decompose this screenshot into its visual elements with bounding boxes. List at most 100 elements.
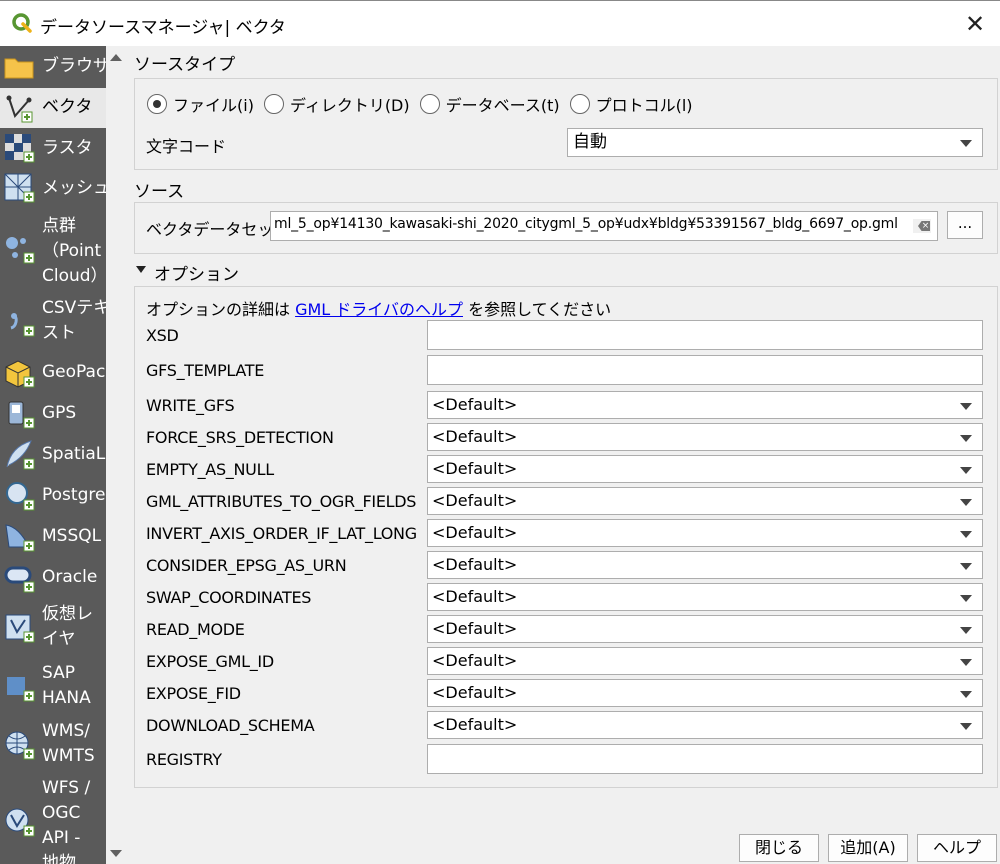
sidebar-item-label: ラスタ — [42, 138, 93, 158]
sidebar-item-raster[interactable]: ラスタ — [0, 128, 106, 168]
sidebar-item-label: 仮想レ イヤ — [42, 604, 93, 649]
collapse-triangle-icon[interactable] — [136, 266, 146, 273]
chevron-down-icon — [960, 563, 972, 570]
sidebar-item-geopackage[interactable]: GeoPack — [0, 352, 106, 394]
sidebar-item-mesh[interactable]: メッシュ — [0, 168, 106, 208]
sidebar-item-browser[interactable]: ブラウザ — [0, 46, 106, 88]
close-button[interactable]: 閉じる — [739, 834, 819, 862]
sidebar-item-point-cloud[interactable]: 点群 （Point Cloud） — [0, 211, 106, 291]
option-xsd-input[interactable] — [427, 320, 983, 350]
close-window-icon[interactable]: ✕ — [962, 11, 988, 37]
mesh-icon — [4, 173, 35, 203]
option-read-mode-select[interactable]: <Default> — [427, 615, 983, 643]
radio-unselected-icon[interactable] — [419, 94, 440, 114]
select-value: <Default> — [432, 555, 518, 574]
option-download-schema-select[interactable]: <Default> — [427, 711, 983, 739]
option-expose-gml-id-select[interactable]: <Default> — [427, 647, 983, 675]
options-hint: オプションの詳細は GML ドライバのヘルプ を参照してください — [146, 296, 611, 320]
chevron-down-icon — [960, 659, 972, 666]
option-label-empty-as-null: EMPTY_AS_NULL — [146, 460, 274, 479]
main-scrollbar[interactable] — [106, 46, 126, 864]
radio-label: ディレクトリ(D) — [289, 96, 410, 115]
sidebar-item-oracle[interactable]: Oracle — [0, 558, 106, 598]
radio-unselected-icon[interactable] — [263, 94, 284, 114]
option-registry-input[interactable] — [427, 744, 983, 774]
sidebar-item-label: MSSQL — [42, 526, 102, 546]
chevron-down-icon — [960, 691, 972, 698]
option-label-force-srs-detection: FORCE_SRS_DETECTION — [146, 428, 334, 447]
option-gfs-template-input[interactable] — [427, 355, 983, 385]
select-value: <Default> — [432, 395, 518, 414]
encoding-value: 自動 — [573, 132, 607, 152]
sidebar-item-label: メッシュ — [42, 178, 106, 198]
option-expose-fid-select[interactable]: <Default> — [427, 679, 983, 707]
browse-button[interactable]: ... — [947, 211, 983, 239]
scroll-up-arrow-icon[interactable] — [110, 54, 122, 61]
radio-selected-icon[interactable] — [147, 94, 167, 114]
wfs-icon — [5, 808, 35, 837]
sidebar-item-wms[interactable]: WMS/ WMTS — [0, 717, 106, 773]
clear-icon[interactable]: × — [913, 219, 931, 233]
sidebar-item-csv[interactable]: CSVテキ スト — [0, 294, 106, 350]
spatialite-icon — [6, 440, 35, 470]
option-label-swap-coordinates: SWAP_COORDINATES — [146, 588, 312, 607]
chevron-down-icon — [960, 435, 972, 442]
scroll-down-arrow-icon[interactable] — [110, 850, 122, 857]
sidebar-item-label: Postgre — [42, 485, 106, 505]
sidebar-item-label: SpatiaLi — [42, 444, 106, 464]
sidebar-item-label: GPS — [42, 403, 77, 423]
radio-unselected-icon[interactable] — [569, 94, 590, 114]
sidebar-item-label: SAP HANA — [42, 663, 91, 708]
option-label-download-schema: DOWNLOAD_SCHEMA — [146, 716, 315, 735]
source-type-radio-group: ファイル(i) ディレクトリ(D) データベース(t) プロトコル(l) — [147, 92, 703, 116]
virtual-layer-icon — [5, 614, 35, 643]
chevron-down-icon — [960, 595, 972, 602]
option-write-gfs-select[interactable]: <Default> — [427, 391, 983, 419]
options-heading[interactable]: オプション — [154, 260, 239, 285]
option-swap-coordinates-select[interactable]: <Default> — [427, 583, 983, 611]
option-label-xsd: XSD — [146, 326, 179, 345]
option-label-consider-epsg: CONSIDER_EPSG_AS_URN — [146, 556, 347, 575]
chevron-down-icon — [960, 499, 972, 506]
geopackage-icon — [5, 360, 35, 388]
option-invert-axis-order-select[interactable]: <Default> — [427, 519, 983, 547]
sidebar-item-vector[interactable]: ベクタ — [0, 88, 106, 128]
option-label-gfs-template: GFS_TEMPLATE — [146, 361, 265, 380]
radio-file[interactable]: ファイル(i) — [147, 92, 254, 116]
sidebar-item-label: CSVテキ スト — [42, 298, 106, 343]
select-value: <Default> — [432, 427, 518, 446]
sidebar-item-mssql[interactable]: MSSQL — [0, 516, 106, 558]
gml-driver-help-link[interactable]: GML ドライバのヘルプ — [295, 300, 463, 319]
sidebar-item-sap-hana[interactable]: SAP HANA — [0, 659, 106, 715]
option-empty-as-null-select[interactable]: <Default> — [427, 455, 983, 483]
provider-sidebar: ブラウザ ベクタ ラスタ メッシュ 点群 （Point Cloud） CSVテキ… — [0, 46, 106, 864]
select-value: <Default> — [432, 491, 518, 510]
sidebar-item-spatialite[interactable]: SpatiaLi — [0, 434, 106, 476]
option-label-invert-axis-order: INVERT_AXIS_ORDER_IF_LAT_LONG — [146, 524, 417, 543]
sidebar-item-gps[interactable]: GPS — [0, 394, 106, 434]
dataset-path-input[interactable]: ml_5_op¥14130_kawasaki-shi_2020_citygml_… — [270, 211, 938, 241]
select-value: <Default> — [432, 619, 518, 638]
select-value: <Default> — [432, 587, 518, 606]
sidebar-item-virtual-layer[interactable]: 仮想レ イヤ — [0, 600, 106, 656]
encoding-select[interactable]: 自動 — [567, 128, 983, 157]
dataset-path-value: ml_5_op¥14130_kawasaki-shi_2020_citygml_… — [274, 216, 898, 232]
sidebar-item-wfs[interactable]: WFS / OGC API - 地物 — [0, 776, 106, 864]
radio-label: プロトコル(l) — [595, 96, 693, 115]
select-value: <Default> — [432, 683, 518, 702]
option-force-srs-detection-select[interactable]: <Default> — [427, 423, 983, 451]
add-button[interactable]: 追加(A) — [828, 834, 908, 862]
sidebar-item-postgres[interactable]: Postgre — [0, 476, 106, 516]
window-title: データソースマネージャ| ベクタ — [40, 18, 286, 38]
sidebar-item-label: GeoPack — [42, 362, 106, 382]
select-value: <Default> — [432, 523, 518, 542]
radio-label: データベース(t) — [445, 96, 560, 115]
option-gml-attributes-select[interactable]: <Default> — [427, 487, 983, 515]
radio-directory[interactable]: ディレクトリ(D) — [263, 92, 410, 116]
oracle-icon — [4, 566, 35, 593]
option-consider-epsg-select[interactable]: <Default> — [427, 551, 983, 579]
radio-protocol[interactable]: プロトコル(l) — [569, 92, 693, 116]
help-button[interactable]: ヘルプ — [917, 834, 997, 862]
wms-icon — [5, 731, 35, 760]
radio-database[interactable]: データベース(t) — [419, 92, 560, 116]
